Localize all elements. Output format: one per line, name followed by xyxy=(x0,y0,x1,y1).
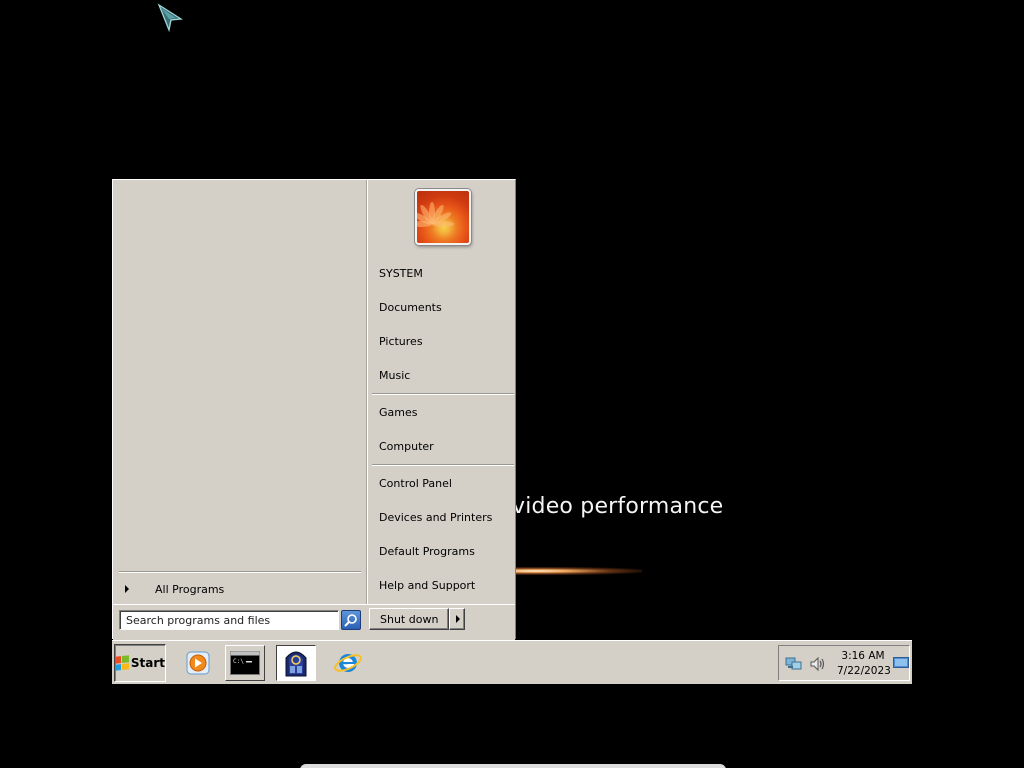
shutdown-group: Shut down xyxy=(369,608,466,630)
menu-item-devices-and-printers[interactable]: Devices and Printers xyxy=(372,503,512,531)
menu-item-label: Games xyxy=(379,405,418,419)
shutdown-button[interactable]: Shut down xyxy=(369,608,450,630)
menu-item-pictures[interactable]: Pictures xyxy=(372,327,512,355)
ie-icon xyxy=(334,654,362,672)
menu-item-label: Pictures xyxy=(379,334,423,348)
start-button[interactable]: Start xyxy=(114,644,166,682)
menu-item-system[interactable]: SYSTEM xyxy=(372,259,512,287)
search-button[interactable] xyxy=(341,610,361,630)
start-menu-bottom-bar: Shut down xyxy=(113,604,515,641)
magnifier-icon xyxy=(344,614,357,627)
taskbar: Start C:\ 3:16 AM 7/22/2023 xyxy=(112,640,912,684)
clock-date: 7/22/2023 xyxy=(837,665,891,677)
windows-logo-icon xyxy=(115,655,129,671)
taskbar-app-active-window[interactable] xyxy=(276,645,316,681)
menu-item-documents[interactable]: Documents xyxy=(372,293,512,321)
mouse-cursor-icon xyxy=(157,3,183,33)
bottom-edge-window xyxy=(300,764,726,768)
start-button-label: Start xyxy=(130,656,165,670)
clock[interactable]: 3:16 AM 7/22/2023 xyxy=(837,649,891,679)
notification-area: 3:16 AM 7/22/2023 xyxy=(778,645,910,681)
shutdown-options-button[interactable] xyxy=(449,608,466,630)
menu-item-help-and-support[interactable]: Help and Support xyxy=(372,571,512,599)
all-programs-button[interactable]: All Programs xyxy=(121,577,357,601)
all-programs-label: All Programs xyxy=(155,582,225,596)
menu-item-label: Music xyxy=(379,368,411,382)
desktop: video performance All Programs SYSTEM Do… xyxy=(0,0,1024,768)
pinned-programs-pane: All Programs xyxy=(113,180,366,604)
menu-item-computer[interactable]: Computer xyxy=(372,432,512,460)
taskbar-app-command-prompt[interactable]: C:\ xyxy=(225,645,265,681)
places-divider-1 xyxy=(372,393,514,395)
show-desktop-icon[interactable] xyxy=(893,656,909,670)
speaker-icon[interactable] xyxy=(809,656,827,672)
left-pane-divider xyxy=(119,571,361,573)
network-icon[interactable] xyxy=(785,656,803,672)
start-menu: All Programs SYSTEM Documents Pictures M… xyxy=(112,179,516,641)
clock-time: 3:16 AM xyxy=(841,650,885,662)
search-input[interactable] xyxy=(126,613,326,627)
user-picture-avatar[interactable] xyxy=(415,189,471,245)
places-divider-2 xyxy=(372,464,514,466)
svg-text:C:\: C:\ xyxy=(233,658,244,665)
menu-item-games[interactable]: Games xyxy=(372,398,512,426)
menu-item-label: Control Panel xyxy=(379,476,452,490)
menu-item-label: Devices and Printers xyxy=(379,510,493,524)
places-pane: SYSTEM Documents Pictures Music Games Co… xyxy=(368,180,515,604)
menu-item-default-programs[interactable]: Default Programs xyxy=(372,537,512,565)
window-app-icon xyxy=(285,651,307,677)
menu-item-label: Help and Support xyxy=(379,578,476,592)
menu-item-label: Default Programs xyxy=(379,544,475,558)
wallpaper-light-streak xyxy=(512,567,642,575)
media-player-icon xyxy=(186,651,210,675)
menu-item-music[interactable]: Music xyxy=(372,361,512,389)
cmd-icon: C:\ xyxy=(230,651,260,675)
chevron-right-icon xyxy=(125,585,129,593)
taskbar-app-media-player[interactable] xyxy=(178,645,218,681)
menu-item-label: Computer xyxy=(379,439,434,453)
menu-item-control-panel[interactable]: Control Panel xyxy=(372,469,512,497)
menu-item-label: Documents xyxy=(379,300,442,314)
taskbar-app-internet-explorer[interactable] xyxy=(328,645,368,681)
menu-item-label: SYSTEM xyxy=(379,266,423,280)
search-field-frame xyxy=(119,610,339,630)
chevron-right-icon xyxy=(455,615,460,623)
wallpaper-text: video performance xyxy=(512,494,724,519)
